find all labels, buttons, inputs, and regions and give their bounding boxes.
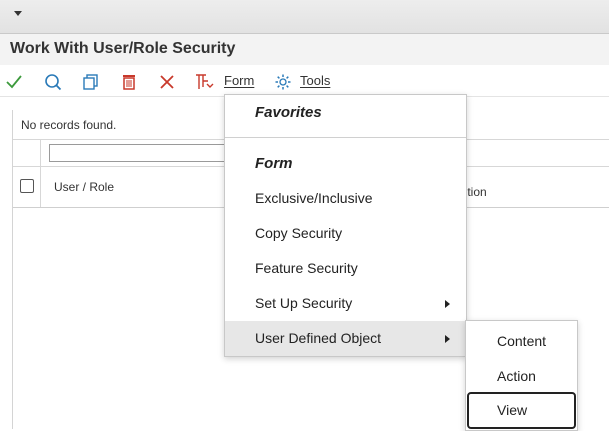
menu-item-set-up-security[interactable]: Set Up Security (225, 286, 466, 321)
form-icon[interactable] (193, 71, 215, 93)
favorites-group-label: Favorites (255, 104, 322, 121)
form-dropdown-menu: Favorites Form Exclusive/Inclusive Copy … (224, 94, 467, 357)
submenu-item-view[interactable]: View (467, 392, 576, 429)
toolbar: Form Tools (0, 66, 609, 97)
form-menu-button[interactable]: Form (224, 73, 254, 88)
check-icon[interactable] (3, 71, 25, 93)
menu-divider (225, 137, 466, 138)
form-header: Work With User/Role Security (0, 34, 609, 65)
menu-item-copy-security[interactable]: Copy Security (225, 216, 466, 251)
menu-item-feature-security[interactable]: Feature Security (225, 251, 466, 286)
close-icon[interactable] (156, 71, 178, 93)
tools-menu-button[interactable]: Tools (300, 73, 330, 88)
delete-icon[interactable] (118, 71, 140, 93)
dropdown-caret-icon[interactable] (14, 11, 22, 16)
form-group-label: Form (255, 155, 293, 172)
menu-item-exclusive-inclusive[interactable]: Exclusive/Inclusive (225, 181, 466, 216)
submenu-item-action[interactable]: Action (466, 358, 577, 393)
menu-item-user-defined-object[interactable]: User Defined Object (225, 321, 466, 356)
submenu-arrow-icon (445, 300, 450, 308)
no-records-message: No records found. (21, 118, 117, 132)
select-all-checkbox[interactable] (20, 179, 34, 193)
submenu-item-content[interactable]: Content (466, 323, 577, 358)
top-bar (0, 0, 609, 34)
user-role-filter-input[interactable] (49, 144, 231, 162)
submenu-arrow-icon (445, 335, 450, 343)
gear-icon[interactable] (272, 71, 294, 93)
search-icon[interactable] (42, 71, 64, 93)
page-title: Work With User/Role Security (10, 40, 236, 57)
column-header-user-role[interactable]: User / Role (54, 180, 114, 194)
user-defined-object-submenu: Content Action View (465, 320, 578, 431)
copy-icon[interactable] (80, 71, 102, 93)
